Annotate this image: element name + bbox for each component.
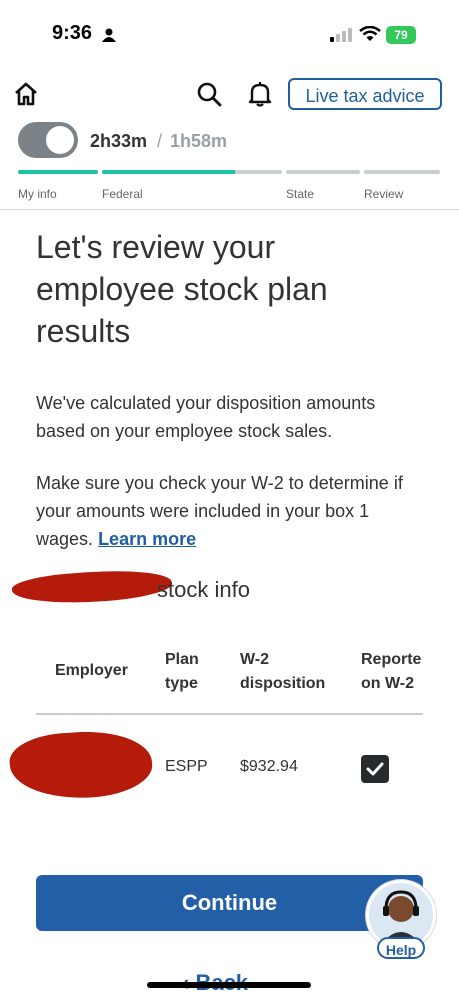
progress-label-review[interactable]: Review (364, 187, 403, 201)
bell-icon[interactable] (247, 80, 273, 108)
plan-type-cell: ESPP (165, 758, 208, 775)
progress-segment-state (286, 170, 360, 174)
progress-label-state[interactable]: State (286, 187, 314, 201)
progress-segment-review (364, 170, 440, 174)
progress-label-federal[interactable]: Federal (102, 187, 143, 201)
toggle-knob (46, 126, 74, 154)
w2-header-line2: disposition (240, 675, 326, 692)
live-tax-advice-button[interactable]: Live tax advice (288, 78, 442, 110)
redaction-mark-title (11, 566, 173, 608)
cellular-signal-icon (330, 28, 352, 42)
status-time: 9:36 (52, 22, 93, 44)
plan-header-line1: Plan (165, 651, 199, 668)
column-header-plan-type: Plan type (165, 648, 199, 696)
reported-header-line2: on W-2 (361, 675, 414, 692)
reported-on-w2-checkbox[interactable] (361, 755, 389, 783)
timer-separator: / (157, 131, 163, 151)
header-divider (0, 209, 459, 210)
continue-button[interactable]: Continue (36, 875, 423, 931)
timer-estimate: 1h58m (170, 131, 228, 151)
progress-label-my-info[interactable]: My info (18, 187, 57, 201)
plan-header-line2: type (165, 675, 198, 692)
checkmark-icon (366, 762, 384, 776)
progress-segment-federal (102, 170, 282, 174)
wifi-icon (359, 26, 381, 41)
learn-more-link[interactable]: Learn more (98, 529, 196, 549)
page-title: Let's review your employee stock plan re… (36, 229, 328, 349)
reported-header-line1: Reporte (361, 651, 422, 668)
w2-header-line1: W-2 (240, 651, 270, 668)
column-header-reported-on-w2: Reporte on W-2 (361, 648, 423, 696)
timer-toggle[interactable] (18, 122, 78, 158)
timer-elapsed: 2h33m (90, 131, 148, 151)
search-icon[interactable] (195, 80, 223, 108)
person-icon (102, 28, 116, 42)
table-header-rule (36, 713, 423, 715)
column-header-w2-disposition: W-2 disposition (240, 648, 325, 696)
w2-instructions-text: Make sure you check your W-2 to determin… (36, 473, 403, 549)
disposition-cell: $932.94 (240, 758, 298, 775)
w2-instructions: Make sure you check your W-2 to determin… (36, 469, 426, 553)
home-icon[interactable] (12, 80, 40, 108)
column-header-employer: Employer (55, 662, 128, 679)
battery-indicator: 79 (386, 26, 416, 44)
redaction-mark-employer (7, 727, 155, 803)
progress-segment-my-info (18, 170, 98, 174)
disposition-explanation: We've calculated your disposition amount… (36, 393, 376, 441)
help-button[interactable]: Help (377, 937, 425, 959)
section-title: stock info (157, 577, 250, 602)
home-indicator (147, 982, 311, 988)
